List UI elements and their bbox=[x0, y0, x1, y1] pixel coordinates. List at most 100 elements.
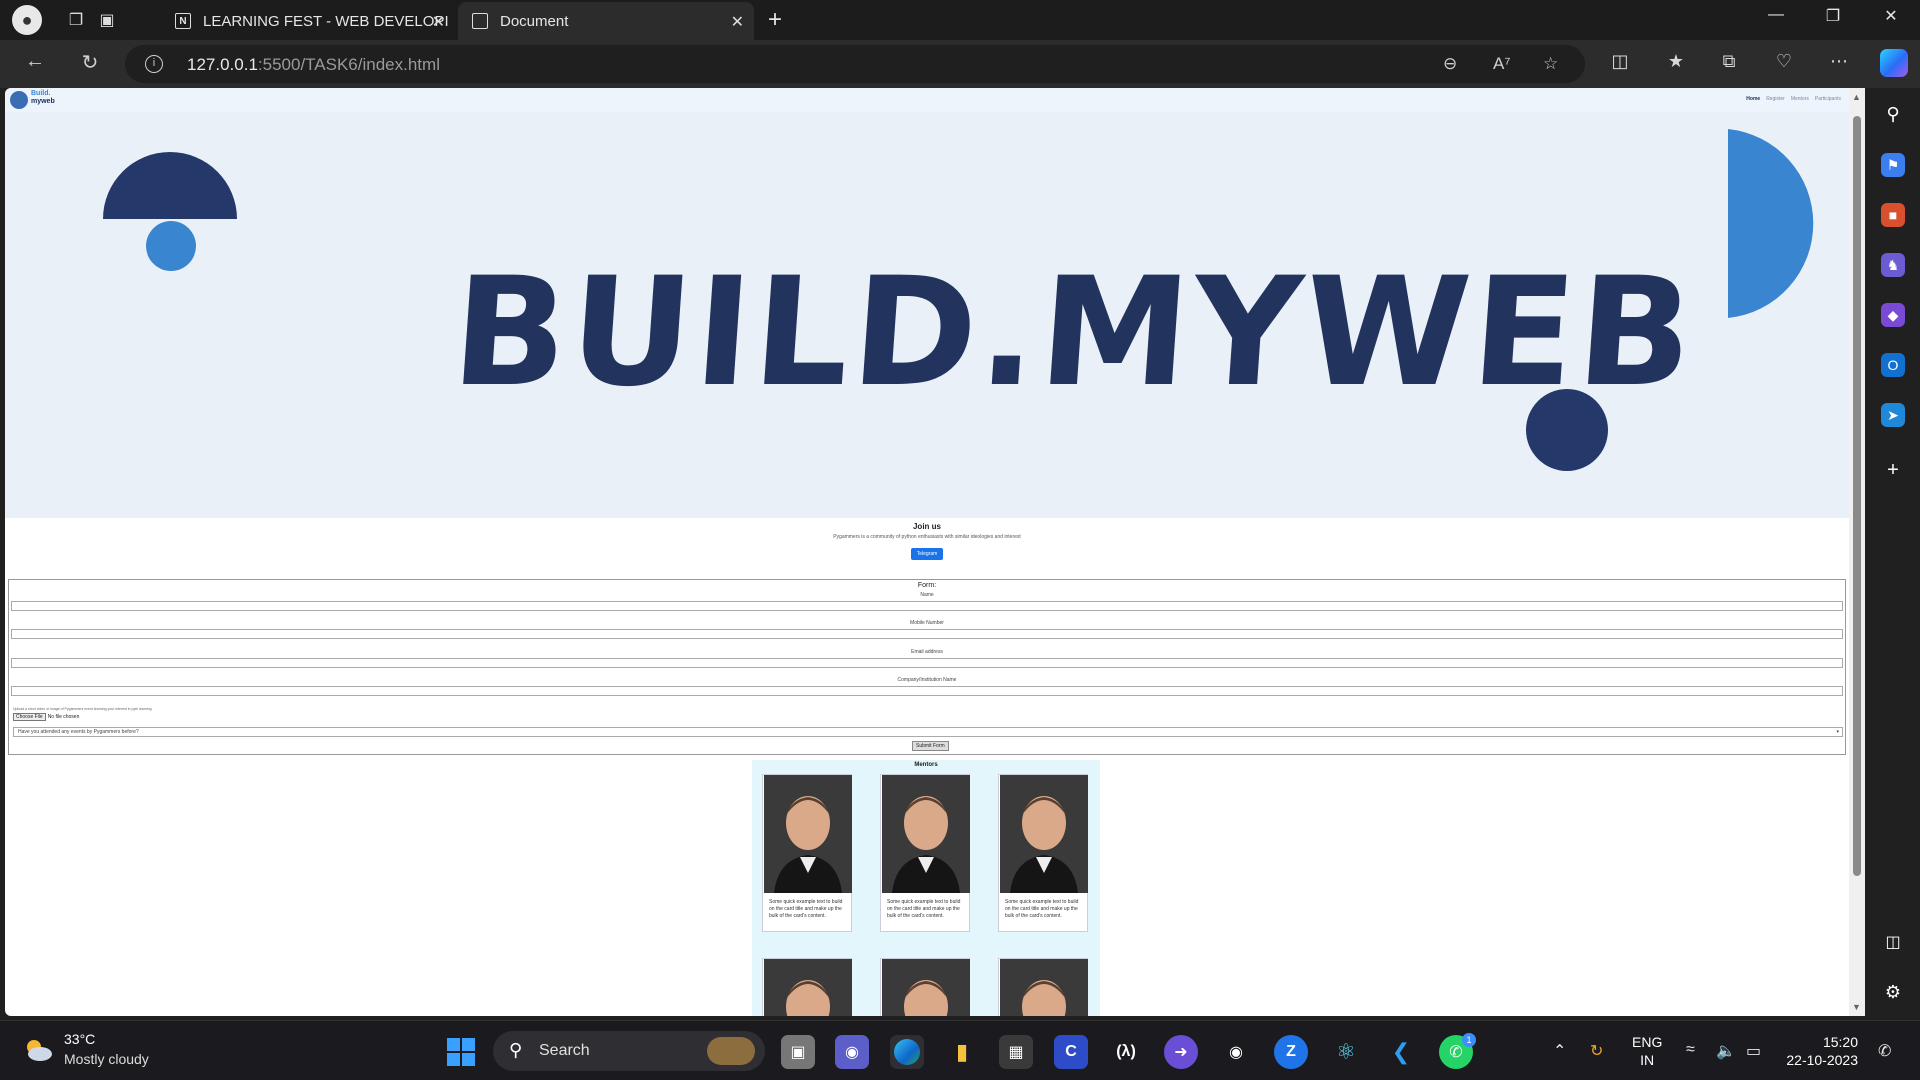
name-input[interactable] bbox=[11, 601, 1843, 611]
browser-essentials-icon[interactable]: ♡ bbox=[1771, 51, 1797, 72]
tab-document[interactable]: Document ✕ bbox=[458, 2, 754, 40]
outlook-icon[interactable]: O bbox=[1881, 353, 1905, 377]
windows-taskbar: 33°C Mostly cloudy ⚲ Search ▣ ◉ ▮ ▦ C (λ… bbox=[0, 1020, 1920, 1080]
file-explorer-icon[interactable]: ▮ bbox=[945, 1035, 979, 1069]
lambda-app-icon[interactable]: (λ) bbox=[1109, 1035, 1143, 1069]
new-tab-button[interactable]: + bbox=[768, 6, 782, 34]
microsoft-store-icon[interactable]: ▦ bbox=[999, 1035, 1033, 1069]
maximize-button[interactable]: ❐ bbox=[1810, 6, 1856, 26]
volume-icon[interactable]: 🔈 bbox=[1716, 1041, 1736, 1061]
choose-file-button[interactable]: Choose File bbox=[13, 713, 46, 721]
taskbar-search[interactable]: ⚲ Search bbox=[493, 1031, 765, 1071]
site-info-icon[interactable]: i bbox=[145, 55, 163, 73]
profile-avatar-icon[interactable]: ● bbox=[12, 5, 42, 35]
copilot-icon[interactable] bbox=[1880, 49, 1908, 77]
mentor-photo bbox=[882, 959, 970, 1016]
logo-icon[interactable] bbox=[10, 91, 28, 109]
shopping-tag-icon[interactable]: ⚑ bbox=[1881, 153, 1905, 177]
nav-link-mentors[interactable]: Mentors bbox=[1791, 96, 1809, 102]
search-icon[interactable]: ⚲ bbox=[1881, 102, 1905, 126]
microsoft-365-icon[interactable]: ◆ bbox=[1881, 303, 1905, 327]
favorites-icon[interactable]: ★ bbox=[1663, 51, 1689, 72]
mentor-photo bbox=[882, 775, 970, 893]
windows-start-icon[interactable] bbox=[447, 1038, 475, 1066]
vscode-icon[interactable]: ❮ bbox=[1384, 1035, 1418, 1069]
omnibox[interactable]: i 127.0.0.1:5500/TASK6/index.html ⊖ A⁷ ☆ bbox=[125, 45, 1585, 83]
minimize-button[interactable]: — bbox=[1753, 6, 1799, 24]
tab-title: LEARNING FEST - WEB DEVELOPI bbox=[203, 12, 449, 30]
weather-description[interactable]: Mostly cloudy bbox=[64, 1051, 149, 1067]
sidebar-settings-gear-icon[interactable]: ⚙ bbox=[1881, 980, 1905, 1004]
mentor-card-text: Some quick example text to build on the … bbox=[769, 899, 843, 919]
nav-link-register[interactable]: Register bbox=[1766, 96, 1785, 102]
split-screen-icon[interactable]: ◫ bbox=[1607, 51, 1633, 72]
submit-form-button[interactable]: Submit Form bbox=[912, 741, 949, 751]
cortana-app-icon[interactable]: C bbox=[1054, 1035, 1088, 1069]
email-input[interactable] bbox=[11, 658, 1843, 668]
site-nav-links: Home Register Mentors Participants bbox=[1746, 96, 1841, 102]
more-menu-icon[interactable]: ⋯ bbox=[1826, 51, 1852, 72]
mentor-card: Some quick example text to build on the … bbox=[998, 958, 1088, 1016]
mobile-label: Mobile Number bbox=[910, 620, 944, 626]
vertical-tabs-icon[interactable]: ▣ bbox=[93, 6, 121, 34]
company-label: Company/Institution Name bbox=[897, 677, 957, 683]
page-scrollbar[interactable]: ▲ ▼ bbox=[1849, 88, 1865, 1016]
refresh-button[interactable]: ↻ bbox=[75, 50, 105, 75]
nav-link-participants[interactable]: Participants bbox=[1815, 96, 1841, 102]
file-status: No file chosen bbox=[47, 714, 80, 720]
mentor-photo bbox=[1000, 959, 1088, 1016]
discord-like-app-icon[interactable]: ➜ bbox=[1164, 1035, 1198, 1069]
chevron-down-icon: ▾ bbox=[1836, 729, 1839, 735]
read-aloud-icon[interactable]: A⁷ bbox=[1493, 54, 1511, 74]
company-input[interactable] bbox=[11, 686, 1843, 696]
scroll-down-icon[interactable]: ▼ bbox=[1852, 1002, 1861, 1012]
edge-sidebar: ⚲ ⚑ ■ ♞ ◆ O ➤ + ◫ ⚙ bbox=[1865, 88, 1920, 1020]
blue-half-circle-shape bbox=[1728, 129, 1814, 318]
react-icon[interactable]: ⚛ bbox=[1329, 1035, 1363, 1069]
weather-temperature[interactable]: 33°C bbox=[64, 1031, 95, 1047]
language-indicator[interactable]: ENG IN bbox=[1632, 1033, 1662, 1069]
add-sidebar-app-icon[interactable]: + bbox=[1881, 458, 1905, 482]
close-tab-icon[interactable]: ✕ bbox=[432, 12, 445, 32]
scroll-up-icon[interactable]: ▲ bbox=[1852, 92, 1861, 102]
attended-events-select[interactable]: Have you attended any events by Pygammer… bbox=[13, 727, 1843, 737]
file-upload[interactable]: Choose File No file chosen bbox=[13, 713, 80, 721]
mentor-card: Some quick example text to build on the … bbox=[762, 774, 852, 932]
system-clock[interactable]: 15:20 22-10-2023 bbox=[1786, 1033, 1858, 1069]
mentor-card: Some quick example text to build on the … bbox=[998, 774, 1088, 932]
site-logo[interactable]: Build. myweb bbox=[31, 90, 55, 106]
tools-briefcase-icon[interactable]: ■ bbox=[1881, 203, 1905, 227]
close-tab-icon[interactable]: ✕ bbox=[731, 12, 744, 32]
show-hidden-icons-chevron-icon[interactable]: ⌃ bbox=[1553, 1041, 1566, 1061]
games-icon[interactable]: ♞ bbox=[1881, 253, 1905, 277]
drop-send-icon[interactable]: ➤ bbox=[1881, 403, 1905, 427]
search-icon: ⚲ bbox=[509, 1040, 523, 1060]
favorite-star-icon[interactable]: ☆ bbox=[1543, 54, 1558, 74]
blue-circle-shape bbox=[146, 221, 196, 271]
hide-sidebar-icon[interactable]: ◫ bbox=[1881, 930, 1905, 954]
back-button[interactable]: ← bbox=[20, 50, 50, 73]
cloudy-weather-icon[interactable] bbox=[22, 1037, 54, 1063]
edge-browser-icon[interactable] bbox=[890, 1035, 924, 1069]
search-highlight-image bbox=[707, 1037, 755, 1065]
sync-icon[interactable]: ↻ bbox=[1590, 1041, 1603, 1061]
name-label: Name bbox=[920, 592, 934, 598]
zoom-out-icon[interactable]: ⊖ bbox=[1443, 54, 1457, 74]
url-text[interactable]: 127.0.0.1:5500/TASK6/index.html bbox=[187, 55, 440, 75]
github-icon[interactable]: ◉ bbox=[1219, 1035, 1253, 1069]
battery-icon[interactable]: ▭ bbox=[1746, 1041, 1761, 1061]
collections-icon[interactable]: ⧉ bbox=[1716, 51, 1742, 72]
task-view-icon[interactable]: ▣ bbox=[781, 1035, 815, 1069]
notifications-bell-icon[interactable]: ✆ bbox=[1878, 1041, 1891, 1061]
telegram-button[interactable]: Telegram bbox=[910, 548, 944, 560]
workspaces-icon[interactable]: ❐ bbox=[62, 6, 90, 34]
wifi-icon[interactable]: ≈ bbox=[1686, 1041, 1695, 1059]
window-close-button[interactable]: ✕ bbox=[1868, 6, 1914, 26]
teams-chat-icon[interactable]: ◉ bbox=[835, 1035, 869, 1069]
scrollbar-thumb[interactable] bbox=[1853, 116, 1861, 876]
mentor-photo bbox=[764, 775, 852, 893]
tab-learning-fest[interactable]: N LEARNING FEST - WEB DEVELOPI ✕ bbox=[163, 2, 455, 40]
nav-link-home[interactable]: Home bbox=[1746, 96, 1760, 102]
mobile-input[interactable] bbox=[11, 629, 1843, 639]
zoom-app-icon[interactable]: Z bbox=[1274, 1035, 1308, 1069]
